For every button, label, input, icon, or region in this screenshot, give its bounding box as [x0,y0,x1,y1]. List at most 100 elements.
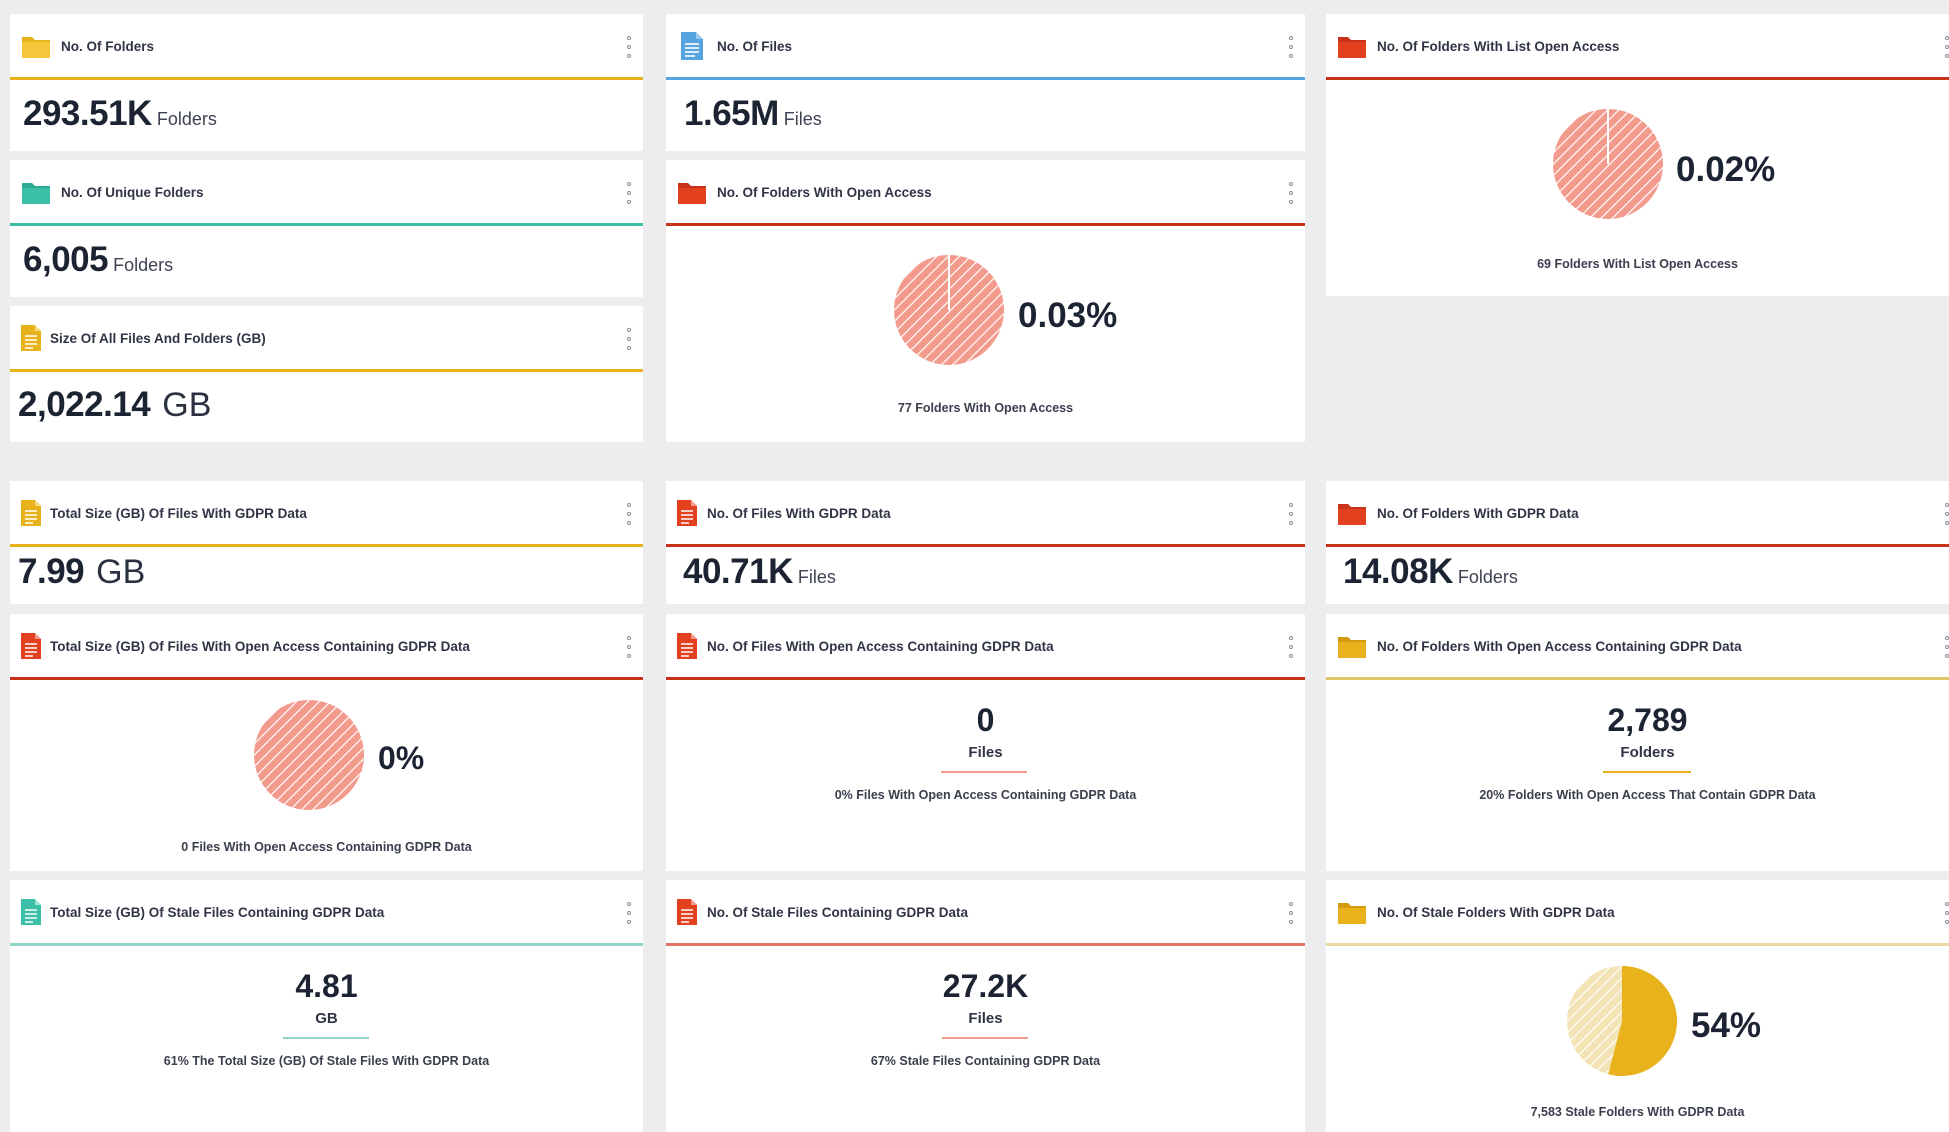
pie-caption: 7,583 Stale Folders With GDPR Data [1530,1105,1745,1119]
file-icon [20,896,42,928]
card-gdpr-folders: No. Of Folders With GDPR Data 14.08K Fol… [1326,481,1949,604]
pie-chart [253,699,365,811]
kpi-value: 6,005 Folders [23,240,173,280]
folder-icon [20,176,52,208]
card-header: No. Of Stale Files Containing GDPR Data [666,880,1305,944]
pie-percent: 0.03% [1018,296,1118,335]
header-divider [10,943,643,946]
file-icon [20,630,42,662]
file-icon [20,497,42,529]
card-stale-gdpr-files: No. Of Stale Files Containing GDPR Data … [666,880,1305,1132]
header-divider [10,77,643,80]
metric-unit: GB [315,1010,338,1027]
card-menu-button[interactable] [625,182,633,204]
card-size-all-files: Size Of All Files And Folders (GB) 2,022… [10,306,643,442]
card-menu-button[interactable] [1287,636,1295,658]
header-divider [10,677,643,680]
card-header: Total Size (GB) Of Stale Files Containin… [10,880,643,944]
card-menu-button[interactable] [625,902,633,924]
folder-icon [1336,497,1368,529]
card-title: No. Of Files With GDPR Data [707,505,891,521]
header-divider [1326,943,1949,946]
header-divider [666,677,1305,680]
file-icon [676,30,708,62]
card-header: No. Of Files With GDPR Data [666,481,1305,545]
kpi-value: 2,022.14 GB [18,385,211,425]
kpi-number: 1.65M [684,94,779,133]
folder-icon [20,30,52,62]
card-title: Total Size (GB) Of Stale Files Containin… [50,904,385,920]
kpi-value: 293.51K Folders [23,94,217,134]
card-menu-button[interactable] [1287,182,1295,204]
card-menu-button[interactable] [1943,503,1949,525]
kpi-unit: Folders [113,255,174,275]
card-header: No. Of Files With Open Access Containing… [666,614,1305,678]
metric-value: 2,789 [1607,702,1688,738]
metric-unit: Folders [1620,744,1675,761]
card-open-access-gdpr-size: Total Size (GB) Of Files With Open Acces… [10,614,643,871]
card-title: Total Size (GB) Of Files With GDPR Data [50,505,307,521]
unit-underline [1603,771,1691,773]
kpi-unit: GB [162,386,212,424]
metric-value: 27.2K [942,968,1029,1004]
card-title: Total Size (GB) Of Files With Open Acces… [50,638,470,654]
kpi-value: 1.65M Files [684,94,822,134]
card-no-of-unique-folders: No. Of Unique Folders 6,005 Folders [10,160,643,297]
file-icon [676,497,698,529]
folder-icon [1336,896,1368,928]
card-menu-button[interactable] [625,328,633,350]
kpi-value: 40.71K Files [683,552,836,592]
card-menu-button[interactable] [625,636,633,658]
card-title: No. Of Files [717,38,793,54]
card-folders-open-access: No. Of Folders With Open Access 0.03% 77… [666,160,1305,442]
card-header: No. Of Folders With Open Access [666,160,1305,224]
kpi-unit: Files [783,109,822,129]
card-no-of-folders: No. Of Folders 293.51K Folders [10,14,643,151]
file-icon [20,322,42,354]
kpi-number: 7.99 [18,552,85,591]
kpi-number: 2,022.14 [18,385,151,424]
folder-icon [1336,30,1368,62]
header-divider [666,544,1305,547]
kpi-value: 7.99 GB [18,552,145,592]
kpi-number: 6,005 [23,240,109,279]
card-title: No. Of Folders With GDPR Data [1377,505,1579,521]
metric-caption: 0% Files With Open Access Containing GDP… [834,788,1137,802]
metric-caption: 61% The Total Size (GB) Of Stale Files W… [163,1054,490,1068]
card-header: Total Size (GB) Of Files With Open Acces… [10,614,643,678]
card-header: Total Size (GB) Of Files With GDPR Data [10,481,643,545]
card-header: No. Of Stale Folders With GDPR Data [1326,880,1949,944]
card-menu-button[interactable] [1943,636,1949,658]
card-menu-button[interactable] [1287,503,1295,525]
card-menu-button[interactable] [625,503,633,525]
card-open-access-gdpr-files: No. Of Files With Open Access Containing… [666,614,1305,871]
card-menu-button[interactable] [1287,36,1295,58]
card-menu-button[interactable] [1287,902,1295,924]
card-header: No. Of Unique Folders [10,160,643,224]
card-title: No. Of Unique Folders [61,184,204,200]
metric-caption: 67% Stale Files Containing GDPR Data [870,1054,1101,1068]
card-menu-button[interactable] [1943,36,1949,58]
folder-icon [676,176,708,208]
header-divider [10,369,643,372]
header-divider [10,223,643,226]
card-menu-button[interactable] [1943,902,1949,924]
card-title: No. Of Stale Files Containing GDPR Data [707,904,969,920]
card-no-of-files: No. Of Files 1.65M Files [666,14,1305,151]
kpi-unit: Folders [156,109,217,129]
card-title: Size Of All Files And Folders (GB) [50,330,266,346]
pie-caption: 69 Folders With List Open Access [1537,257,1738,271]
card-header: No. Of Folders With Open Access Containi… [1326,614,1949,678]
card-title: No. Of Files With Open Access Containing… [707,638,1054,654]
kpi-number: 40.71K [683,552,793,591]
card-title: No. Of Folders With Open Access Containi… [1377,638,1742,654]
unit-underline [942,1037,1028,1039]
unit-underline [283,1037,369,1039]
card-stale-gdpr-folders: No. Of Stale Folders With GDPR Data 54% … [1326,880,1949,1132]
card-header: Size Of All Files And Folders (GB) [10,306,643,370]
header-divider [666,223,1305,226]
pie-percent: 54% [1691,1006,1762,1045]
metric-caption: 20% Folders With Open Access That Contai… [1479,788,1816,802]
metric-unit: Files [968,1010,1003,1027]
card-menu-button[interactable] [625,36,633,58]
